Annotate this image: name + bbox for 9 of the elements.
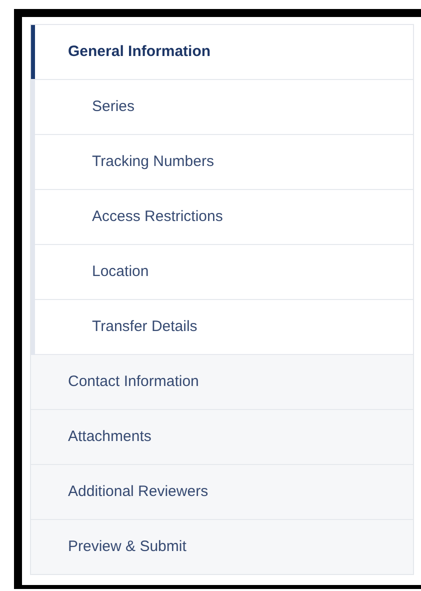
nav-subitem[interactable]: Location	[35, 245, 413, 300]
nav-item[interactable]: Contact Information	[31, 355, 413, 410]
nav-subitem[interactable]: Access Restrictions	[35, 190, 413, 245]
nav-item[interactable]: Preview & Submit	[31, 520, 413, 574]
nav-subitem[interactable]: Tracking Numbers	[35, 135, 413, 190]
nav-subitem[interactable]: Series	[35, 80, 413, 135]
nav-subitem[interactable]: Transfer Details	[35, 300, 413, 355]
nav-item[interactable]: Additional Reviewers	[31, 465, 413, 520]
nav-item[interactable]: Attachments	[31, 410, 413, 465]
